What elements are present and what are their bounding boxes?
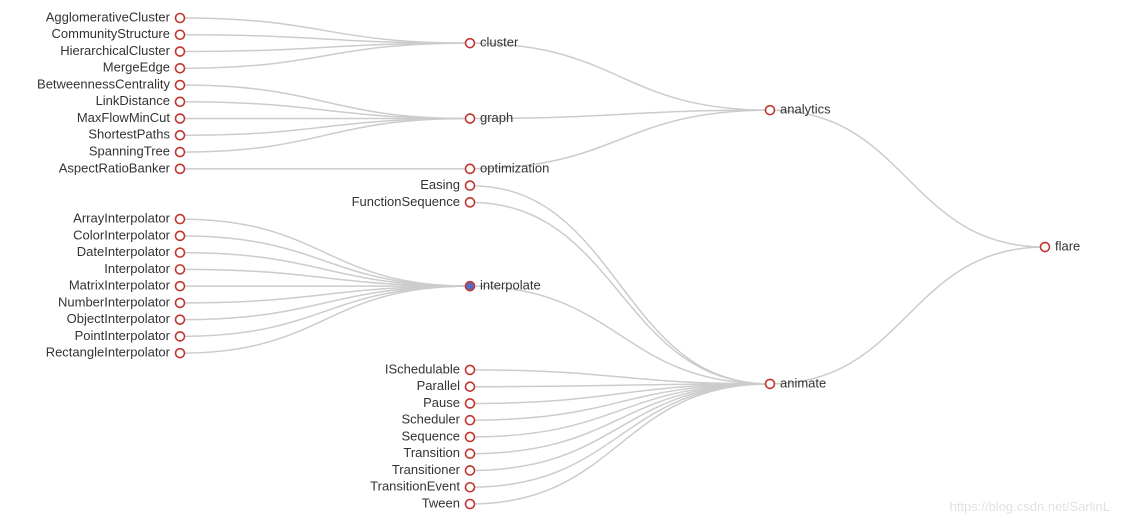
node-CommunityStructure[interactable]	[176, 30, 185, 39]
label-Parallel: Parallel	[417, 378, 460, 393]
label-MaxFlowMinCut: MaxFlowMinCut	[77, 110, 171, 125]
label-DateInterpolator: DateInterpolator	[77, 244, 171, 259]
node-Transition[interactable]	[466, 449, 475, 458]
link	[180, 119, 470, 136]
label-optimization: optimization	[480, 160, 549, 175]
link	[470, 384, 770, 471]
node-AspectRatioBanker[interactable]	[176, 164, 185, 173]
label-Interpolator: Interpolator	[104, 261, 170, 276]
label-flare: flare	[1055, 238, 1080, 253]
label-animate: animate	[780, 375, 826, 390]
label-ColorInterpolator: ColorInterpolator	[73, 227, 170, 242]
node-ObjectInterpolator[interactable]	[176, 315, 185, 324]
link	[470, 110, 770, 118]
link	[180, 286, 470, 353]
label-PointInterpolator: PointInterpolator	[75, 328, 171, 343]
label-ObjectInterpolator: ObjectInterpolator	[67, 311, 171, 326]
node-MatrixInterpolator[interactable]	[176, 282, 185, 291]
label-Easing: Easing	[420, 177, 460, 192]
node-SpanningTree[interactable]	[176, 148, 185, 157]
node-TransitionEvent[interactable]	[466, 483, 475, 492]
label-Tween: Tween	[422, 495, 460, 510]
label-ISchedulable: ISchedulable	[385, 361, 460, 376]
link	[470, 43, 770, 110]
link	[180, 286, 470, 336]
label-Transitioner: Transitioner	[392, 462, 461, 477]
link	[770, 110, 1045, 247]
node-FunctionSequence[interactable]	[466, 198, 475, 207]
link	[180, 219, 470, 286]
link	[180, 102, 470, 119]
node-analytics[interactable]	[766, 106, 775, 115]
link	[470, 384, 770, 437]
label-ArrayInterpolator: ArrayInterpolator	[73, 211, 170, 226]
node-Tween[interactable]	[466, 500, 475, 509]
node-MaxFlowMinCut[interactable]	[176, 114, 185, 123]
node-LinkDistance[interactable]	[176, 97, 185, 106]
node-MergeEdge[interactable]	[176, 64, 185, 73]
label-AspectRatioBanker: AspectRatioBanker	[59, 160, 171, 175]
link	[470, 286, 770, 384]
label-Sequence: Sequence	[401, 428, 460, 443]
tree-svg[interactable]: flare analytics cluster AgglomerativeCluste…	[0, 0, 1124, 522]
label-analytics: analytics	[780, 102, 831, 117]
node-Scheduler[interactable]	[466, 416, 475, 425]
node-flare[interactable]	[1041, 243, 1050, 252]
label-LinkDistance: LinkDistance	[96, 93, 170, 108]
label-BetweennessCentrality: BetweennessCentrality	[37, 76, 170, 91]
node-Sequence[interactable]	[466, 432, 475, 441]
node-ArrayInterpolator[interactable]	[176, 215, 185, 224]
label-MergeEdge: MergeEdge	[103, 60, 170, 75]
node-interpolate[interactable]	[466, 282, 475, 291]
label-NumberInterpolator: NumberInterpolator	[58, 294, 171, 309]
label-MatrixInterpolator: MatrixInterpolator	[69, 278, 171, 293]
node-graph[interactable]	[466, 114, 475, 123]
label-graph: graph	[480, 110, 513, 125]
label-Pause: Pause	[423, 395, 460, 410]
node-ISchedulable[interactable]	[466, 365, 475, 374]
node-optimization[interactable]	[466, 164, 475, 173]
node-ShortestPaths[interactable]	[176, 131, 185, 140]
node-cluster[interactable]	[466, 39, 475, 48]
node-Easing[interactable]	[466, 181, 475, 190]
link	[180, 236, 470, 286]
node-RectangleInterpolator[interactable]	[176, 349, 185, 358]
node-HierarchicalCluster[interactable]	[176, 47, 185, 56]
node-AgglomerativeCluster[interactable]	[176, 14, 185, 23]
label-Scheduler: Scheduler	[401, 412, 460, 427]
label-ShortestPaths: ShortestPaths	[88, 127, 170, 142]
label-interpolate: interpolate	[480, 278, 541, 293]
links-group	[180, 18, 1045, 504]
node-Parallel[interactable]	[466, 382, 475, 391]
label-TransitionEvent: TransitionEvent	[370, 479, 460, 494]
node-animate[interactable]	[766, 379, 775, 388]
label-cluster: cluster	[480, 35, 519, 50]
label-AgglomerativeCluster: AgglomerativeCluster	[46, 9, 171, 24]
node-NumberInterpolator[interactable]	[176, 298, 185, 307]
node-Transitioner[interactable]	[466, 466, 475, 475]
label-SpanningTree: SpanningTree	[89, 144, 170, 159]
label-HierarchicalCluster: HierarchicalCluster	[60, 43, 170, 58]
label-RectangleInterpolator: RectangleInterpolator	[46, 345, 171, 360]
label-Transition: Transition	[403, 445, 460, 460]
link	[470, 202, 770, 384]
label-FunctionSequence: FunctionSequence	[352, 194, 460, 209]
node-Interpolator[interactable]	[176, 265, 185, 274]
link	[770, 247, 1045, 384]
node-PointInterpolator[interactable]	[176, 332, 185, 341]
node-ColorInterpolator[interactable]	[176, 231, 185, 240]
tree-diagram: flare analytics cluster AgglomerativeCluste…	[0, 0, 1124, 522]
node-BetweennessCentrality[interactable]	[176, 81, 185, 90]
label-CommunityStructure: CommunityStructure	[52, 26, 170, 41]
node-Pause[interactable]	[466, 399, 475, 408]
node-DateInterpolator[interactable]	[176, 248, 185, 257]
